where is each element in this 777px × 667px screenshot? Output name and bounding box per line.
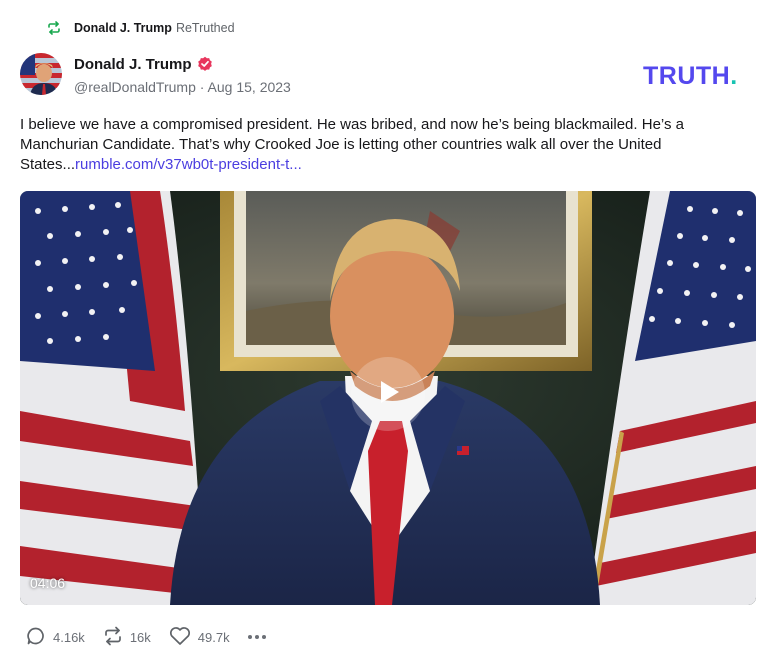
play-button[interactable] (351, 357, 425, 431)
heart-icon (169, 626, 198, 649)
reply-icon (26, 626, 53, 649)
retruth-button[interactable]: 16k (103, 626, 151, 649)
author-block: Donald J. Trump @realDonaldTrump · Aug 1… (74, 54, 291, 96)
logo-text: TRUTH (643, 62, 731, 90)
retruth-count: 16k (129, 629, 151, 645)
like-count: 49.7k (197, 629, 230, 645)
retruth-header: Donald J. Trump ReTruthed (47, 19, 235, 37)
video-player[interactable]: 04:06 (20, 191, 756, 605)
author-name[interactable]: Donald J. Trump (74, 56, 192, 73)
action-bar: 4.16k 16k 49.7k (26, 626, 266, 648)
retruth-user-link[interactable]: Donald J. Trump (74, 21, 172, 35)
retruth-icon (47, 21, 61, 35)
reply-button[interactable]: 4.16k (26, 626, 85, 649)
post-body: I believe we have a compromised presiden… (20, 115, 750, 175)
logo-dot: . (730, 62, 738, 90)
like-button[interactable]: 49.7k (169, 626, 230, 649)
verified-badge-icon (197, 56, 213, 72)
retruth-label: ReTruthed (175, 21, 235, 35)
retruth-action-icon (103, 626, 130, 649)
post-link[interactable]: rumble.com/v37wb0t-president-t... (75, 156, 302, 173)
more-dots-icon[interactable] (247, 635, 266, 639)
meta-separator: · (199, 79, 205, 95)
author-handle[interactable]: @realDonaldTrump (74, 79, 196, 95)
video-duration: 04:06 (30, 575, 66, 591)
play-icon (372, 376, 404, 413)
author-meta: @realDonaldTrump · Aug 15, 2023 (74, 79, 291, 95)
truth-logo[interactable]: TRUTH. (643, 62, 738, 91)
avatar[interactable] (20, 53, 62, 95)
post-date[interactable]: Aug 15, 2023 (208, 79, 291, 95)
reply-count: 4.16k (53, 629, 85, 645)
